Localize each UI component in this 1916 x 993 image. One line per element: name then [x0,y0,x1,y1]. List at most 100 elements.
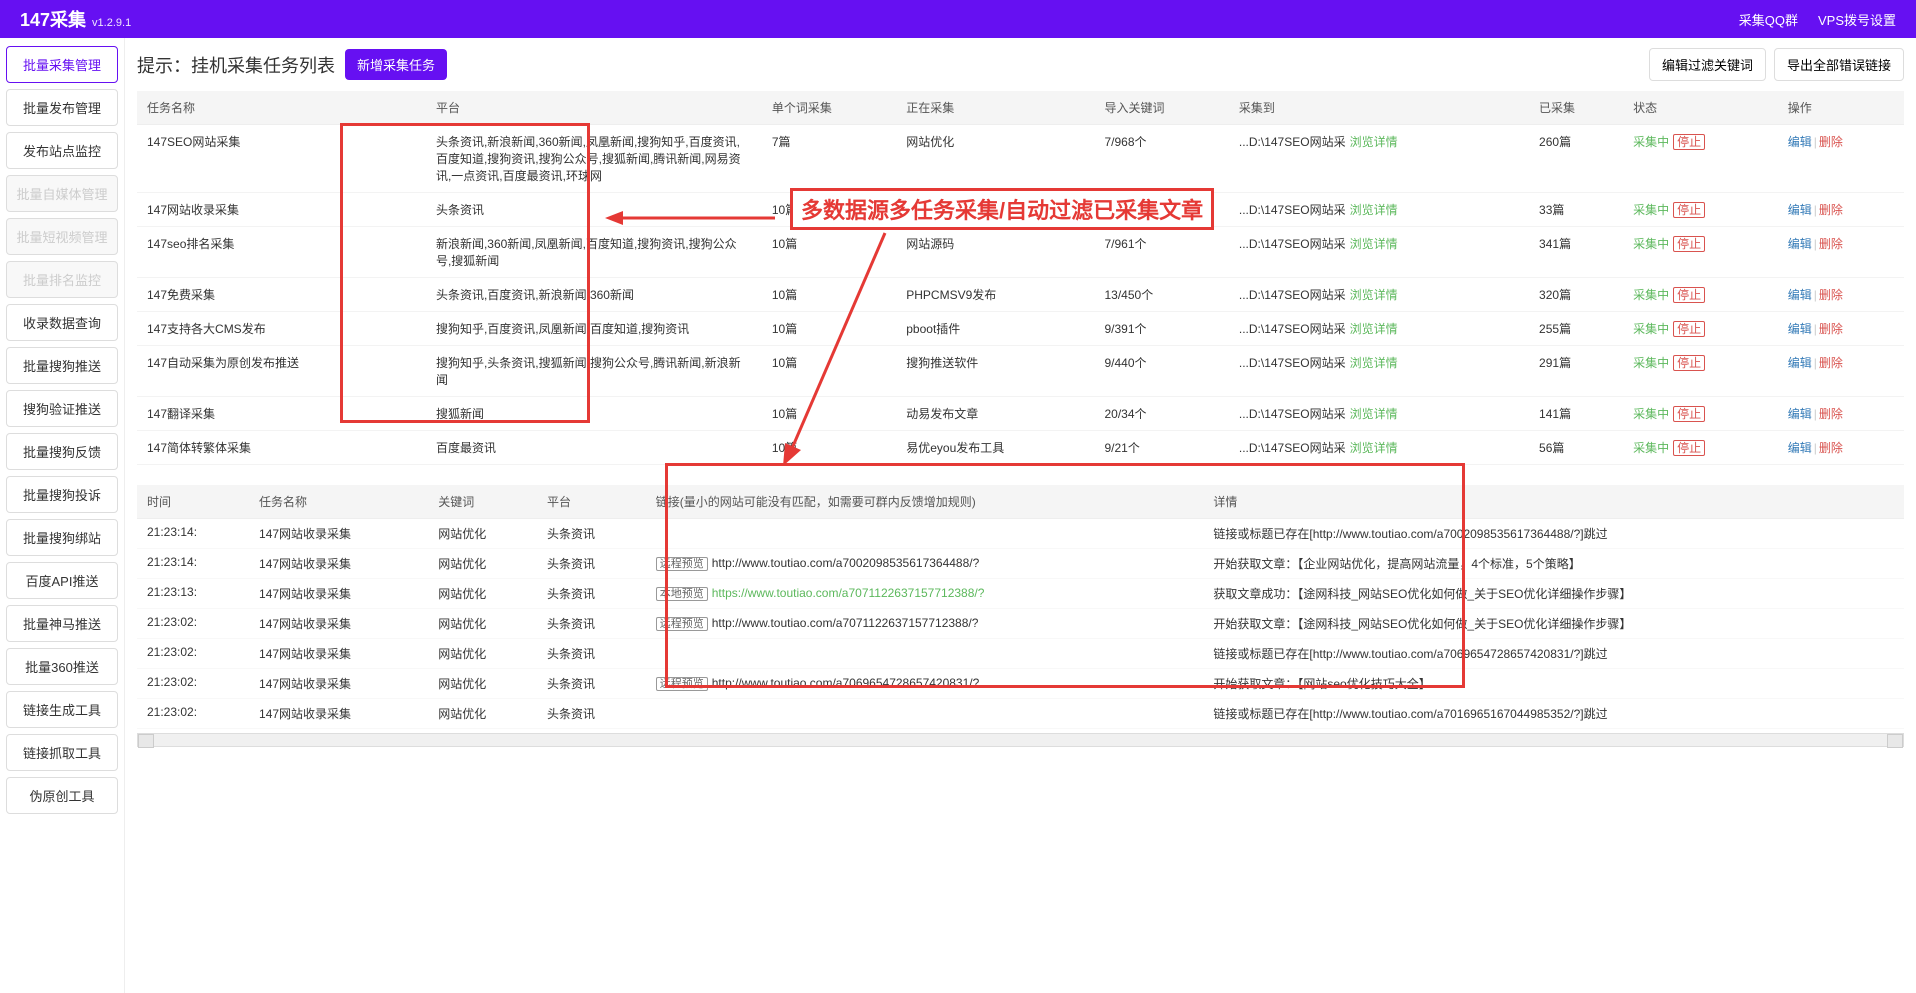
log-task-cell: 147网站收录采集 [249,669,428,699]
stop-button[interactable]: 停止 [1673,202,1705,218]
sidebar-item-2[interactable]: 发布站点监控 [6,132,118,169]
task-header-cell: 导入关键词 [1094,91,1228,125]
view-detail-link[interactable]: 浏览详情 [1350,135,1398,149]
task-row: 147简体转繁体采集百度最资讯10篇易优eyou发布工具9/21个...D:\1… [137,431,1904,465]
sidebar-item-8[interactable]: 搜狗验证推送 [6,390,118,427]
delete-link[interactable]: 删除 [1819,322,1843,336]
log-platform-cell: 头条资讯 [537,699,646,729]
sidebar-item-15[interactable]: 链接生成工具 [6,691,118,728]
log-platform-cell: 头条资讯 [537,609,646,639]
edit-link[interactable]: 编辑 [1788,441,1812,455]
main-content: 提示：挂机采集任务列表 新增采集任务 编辑过滤关键词 导出全部错误链接 任务名称… [125,38,1916,993]
log-task-cell: 147网站收录采集 [249,639,428,669]
sidebar-item-1[interactable]: 批量发布管理 [6,89,118,126]
log-platform-cell: 头条资讯 [537,549,646,579]
delete-link[interactable]: 删除 [1819,237,1843,251]
view-detail-link[interactable]: 浏览详情 [1350,356,1398,370]
annotation-box-log [665,463,1465,688]
view-detail-link[interactable]: 浏览详情 [1350,288,1398,302]
edit-link[interactable]: 编辑 [1788,237,1812,251]
log-time-cell: 21:23:02: [137,669,249,699]
collected-cell: 320篇 [1529,278,1623,312]
delete-link[interactable]: 删除 [1819,135,1843,149]
sidebar-item-10[interactable]: 批量搜狗投诉 [6,476,118,513]
task-header-cell: 平台 [426,91,762,125]
collect-to-cell: ...D:\147SEO网站采浏览详情 [1229,346,1529,397]
collecting-cell: PHPCMSV9发布 [896,278,1094,312]
collecting-cell: 搜狗推送软件 [896,346,1094,397]
task-name-cell: 147简体转繁体采集 [137,431,426,465]
edit-filter-button[interactable]: 编辑过滤关键词 [1649,48,1766,81]
stop-button[interactable]: 停止 [1673,321,1705,337]
stop-button[interactable]: 停止 [1673,355,1705,371]
stop-button[interactable]: 停止 [1673,406,1705,422]
delete-link[interactable]: 删除 [1819,441,1843,455]
sidebar-item-13[interactable]: 批量神马推送 [6,605,118,642]
collecting-cell: 网站源码 [896,227,1094,278]
log-keyword-cell: 网站优化 [428,669,537,699]
status-badge: 采集中 [1633,441,1669,455]
edit-link[interactable]: 编辑 [1788,356,1812,370]
edit-link[interactable]: 编辑 [1788,407,1812,421]
op-cell: 编辑|删除 [1778,278,1904,312]
stop-button[interactable]: 停止 [1673,236,1705,252]
stop-button[interactable]: 停止 [1673,134,1705,150]
delete-link[interactable]: 删除 [1819,288,1843,302]
sidebar-item-7[interactable]: 批量搜狗推送 [6,347,118,384]
export-errors-button[interactable]: 导出全部错误链接 [1774,48,1904,81]
op-cell: 编辑|删除 [1778,346,1904,397]
collected-cell: 291篇 [1529,346,1623,397]
edit-link[interactable]: 编辑 [1788,203,1812,217]
collected-cell: 33篇 [1529,193,1623,227]
log-detail-cell: 链接或标题已存在[http://www.toutiao.com/a7016965… [1203,699,1904,729]
collected-cell: 260篇 [1529,125,1623,193]
task-header-cell: 采集到 [1229,91,1529,125]
edit-link[interactable]: 编辑 [1788,288,1812,302]
platform-cell: 百度最资讯 [426,431,762,465]
keywords-cell: 7/968个 [1094,125,1228,193]
view-detail-link[interactable]: 浏览详情 [1350,441,1398,455]
sidebar-item-17[interactable]: 伪原创工具 [6,777,118,814]
view-detail-link[interactable]: 浏览详情 [1350,237,1398,251]
collect-to-cell: ...D:\147SEO网站采浏览详情 [1229,227,1529,278]
status-badge: 采集中 [1633,237,1669,251]
horizontal-scrollbar[interactable] [137,733,1904,747]
delete-link[interactable]: 删除 [1819,203,1843,217]
sidebar-item-14[interactable]: 批量360推送 [6,648,118,685]
log-task-cell: 147网站收录采集 [249,579,428,609]
add-task-button[interactable]: 新增采集任务 [345,49,447,80]
task-header-cell: 已采集 [1529,91,1623,125]
status-cell: 采集中停止 [1623,193,1778,227]
view-detail-link[interactable]: 浏览详情 [1350,322,1398,336]
view-detail-link[interactable]: 浏览详情 [1350,407,1398,421]
collect-to-cell: ...D:\147SEO网站采浏览详情 [1229,278,1529,312]
task-header-cell: 单个词采集 [762,91,896,125]
edit-link[interactable]: 编辑 [1788,135,1812,149]
sidebar-item-11[interactable]: 批量搜狗绑站 [6,519,118,556]
collected-cell: 56篇 [1529,431,1623,465]
status-badge: 采集中 [1633,322,1669,336]
sidebar-item-16[interactable]: 链接抓取工具 [6,734,118,771]
log-header-cell: 任务名称 [249,485,428,519]
delete-link[interactable]: 删除 [1819,407,1843,421]
hint-text: 提示：挂机采集任务列表 [137,52,335,78]
op-cell: 编辑|删除 [1778,227,1904,278]
vps-settings-link[interactable]: VPS拨号设置 [1818,10,1896,29]
sidebar-item-6[interactable]: 收录数据查询 [6,304,118,341]
stop-button[interactable]: 停止 [1673,287,1705,303]
log-time-cell: 21:23:02: [137,639,249,669]
log-platform-cell: 头条资讯 [537,669,646,699]
log-keyword-cell: 网站优化 [428,519,537,549]
collected-cell: 141篇 [1529,397,1623,431]
qq-group-link[interactable]: 采集QQ群 [1739,10,1798,29]
sidebar-item-9[interactable]: 批量搜狗反馈 [6,433,118,470]
sidebar-item-0[interactable]: 批量采集管理 [6,46,118,83]
stop-button[interactable]: 停止 [1673,440,1705,456]
view-detail-link[interactable]: 浏览详情 [1350,203,1398,217]
collect-to-cell: ...D:\147SEO网站采浏览详情 [1229,193,1529,227]
annotation-box-platform [340,123,590,423]
sidebar-item-12[interactable]: 百度API推送 [6,562,118,599]
edit-link[interactable]: 编辑 [1788,322,1812,336]
task-header-cell: 任务名称 [137,91,426,125]
delete-link[interactable]: 删除 [1819,356,1843,370]
